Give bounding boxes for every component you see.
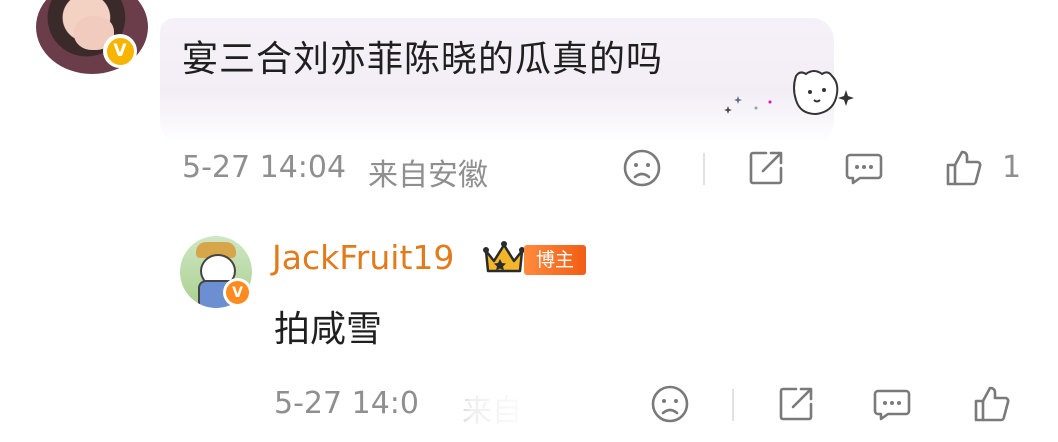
- divider: [703, 153, 705, 185]
- like-count: 1: [1002, 150, 1022, 185]
- thumbs-up-icon[interactable]: [970, 382, 1014, 426]
- reply-username[interactable]: JackFruit19: [272, 238, 454, 277]
- verified-badge: V: [223, 278, 252, 307]
- fade-overlay: [430, 380, 660, 440]
- reply-timestamp: 5-27 14:0: [274, 386, 419, 421]
- thumbs-up-icon[interactable]: [942, 146, 986, 190]
- blogger-badge: 博主: [524, 245, 587, 275]
- comment-icon[interactable]: [842, 146, 886, 190]
- comment-icon[interactable]: [870, 382, 914, 426]
- comment-location: 来自安徽: [368, 158, 488, 193]
- share-icon[interactable]: [744, 146, 788, 190]
- sad-face-icon[interactable]: [648, 382, 692, 426]
- verified-badge: V: [103, 34, 137, 68]
- comment-timestamp: 5-27 14:04: [182, 150, 347, 185]
- sticker-bear: [724, 70, 854, 116]
- reply-text: 拍咸雪: [274, 309, 383, 350]
- crown-icon: [483, 241, 525, 273]
- share-icon[interactable]: [774, 382, 818, 426]
- sad-face-icon[interactable]: [620, 146, 664, 190]
- divider: [732, 389, 734, 421]
- comment-text: 宴三合刘亦菲陈晓的瓜真的吗: [182, 39, 664, 80]
